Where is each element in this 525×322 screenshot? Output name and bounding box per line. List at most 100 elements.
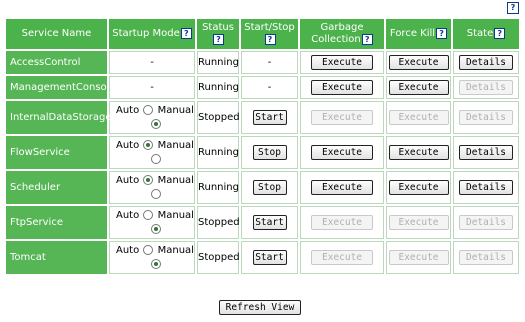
startup-mode-cell: Auto Manual <box>109 171 195 204</box>
header-start-stop: Start/Stop? <box>241 19 298 49</box>
service-name-cell: Tomcat <box>6 241 107 274</box>
stop-button[interactable]: Stop <box>252 180 287 195</box>
table-row: InternalDataStorage Auto Manual Stopped … <box>6 101 519 134</box>
auto-radio[interactable] <box>143 209 154 220</box>
table-row: FlowService Auto Manual Running Stop Exe… <box>6 136 519 169</box>
table-row: ManagementConsole - Running - Execute Ex… <box>6 76 519 99</box>
startup-mode-cell: - <box>109 51 195 74</box>
auto-radio[interactable] <box>143 174 154 185</box>
start-stop-cell: Stop <box>241 171 298 204</box>
table-row: Scheduler Auto Manual Running Stop Execu… <box>6 171 519 204</box>
gc-cell: Execute <box>300 51 384 74</box>
service-name-cell: AccessControl <box>6 51 107 74</box>
details-button[interactable]: Details <box>459 180 513 195</box>
help-icon[interactable]: ? <box>436 28 448 39</box>
start-stop-cell: Start <box>241 101 298 134</box>
header-state: State? <box>453 19 519 49</box>
force-kill-execute-button[interactable]: Execute <box>388 180 449 195</box>
gc-execute-button[interactable]: Execute <box>311 110 373 125</box>
details-button[interactable]: Details <box>459 250 513 265</box>
gc-cell: Execute <box>300 171 384 204</box>
service-name-cell: ManagementConsole <box>6 76 116 99</box>
details-button[interactable]: Details <box>459 215 513 230</box>
help-icon[interactable]: ? <box>264 34 276 45</box>
auto-label: Auto <box>116 104 140 116</box>
auto-label: Auto <box>116 244 140 256</box>
manual-label: Manual <box>157 139 194 151</box>
force-kill-execute-button[interactable]: Execute <box>388 250 449 265</box>
force-kill-cell: Execute <box>386 101 451 134</box>
force-kill-execute-button[interactable]: Execute <box>388 110 449 125</box>
status-cell: Stopped <box>197 206 240 239</box>
help-icon[interactable]: ? <box>494 28 506 39</box>
start-stop-cell: Start <box>241 241 298 274</box>
details-button[interactable]: Details <box>459 55 513 70</box>
auto-label: Auto <box>116 174 140 186</box>
gc-execute-button[interactable]: Execute <box>311 55 373 70</box>
help-icon[interactable]: ? <box>213 34 224 45</box>
startup-mode-cell: Auto Manual <box>109 241 195 274</box>
state-cell: Details <box>453 241 519 274</box>
force-kill-cell: Execute <box>386 171 451 204</box>
start-button[interactable]: Start <box>252 250 287 265</box>
status-cell: Stopped <box>197 101 240 134</box>
gc-cell: Execute <box>300 76 384 99</box>
header-service-name: Service Name <box>6 19 107 49</box>
header-startup-mode: Startup Mode? <box>109 19 195 49</box>
startup-mode-cell: Auto Manual <box>109 206 195 239</box>
help-icon[interactable]: ? <box>361 34 373 45</box>
manual-radio[interactable] <box>151 153 161 164</box>
force-kill-cell: Execute <box>386 136 451 169</box>
manual-label: Manual <box>157 174 194 186</box>
header-status: Status? <box>197 19 239 49</box>
auto-radio[interactable] <box>143 244 154 255</box>
force-kill-execute-button[interactable]: Execute <box>388 80 449 95</box>
table-row: FtpService Auto Manual Stopped Start Exe… <box>6 206 519 239</box>
gc-execute-button[interactable]: Execute <box>311 250 373 265</box>
gc-execute-button[interactable]: Execute <box>311 215 373 230</box>
gc-execute-button[interactable]: Execute <box>311 80 373 95</box>
state-cell: Details <box>453 136 519 169</box>
gc-cell: Execute <box>300 241 384 274</box>
status-cell: Running <box>197 76 239 99</box>
details-button[interactable]: Details <box>459 110 513 125</box>
manual-label: Manual <box>157 244 194 256</box>
gc-cell: Execute <box>300 136 384 169</box>
stop-button[interactable]: Stop <box>252 145 287 160</box>
state-cell: Details <box>453 206 519 239</box>
manual-radio[interactable] <box>151 118 161 129</box>
auto-radio[interactable] <box>143 104 154 115</box>
manual-radio[interactable] <box>151 188 161 199</box>
manual-label: Manual <box>157 209 194 221</box>
state-cell: Details <box>453 171 519 204</box>
header-row: Service Name Startup Mode? Status? Start… <box>6 19 519 49</box>
gc-execute-button[interactable]: Execute <box>311 180 373 195</box>
details-button[interactable]: Details <box>459 80 513 95</box>
status-cell: Running <box>197 171 239 204</box>
services-table: Service Name Startup Mode? Status? Start… <box>4 17 521 276</box>
details-button[interactable]: Details <box>459 145 513 160</box>
manual-label: Manual <box>157 104 194 116</box>
auto-label: Auto <box>116 139 140 151</box>
force-kill-cell: Execute <box>386 76 451 99</box>
force-kill-execute-button[interactable]: Execute <box>388 55 449 70</box>
manual-radio[interactable] <box>151 223 161 234</box>
help-icon[interactable]: ? <box>180 28 192 39</box>
auto-label: Auto <box>116 209 140 221</box>
force-kill-execute-button[interactable]: Execute <box>388 215 449 230</box>
service-name-cell: Scheduler <box>6 171 107 204</box>
status-cell: Running <box>197 136 239 169</box>
status-cell: Stopped <box>197 241 240 274</box>
start-button[interactable]: Start <box>252 110 287 125</box>
startup-mode-cell: - <box>109 76 195 99</box>
manual-radio[interactable] <box>151 258 161 269</box>
help-icon[interactable]: ? <box>507 2 519 14</box>
refresh-view-button[interactable]: Refresh View <box>219 300 301 315</box>
force-kill-execute-button[interactable]: Execute <box>388 145 449 160</box>
start-stop-cell: - <box>241 76 298 99</box>
gc-execute-button[interactable]: Execute <box>311 145 373 160</box>
startup-mode-cell: Auto Manual <box>109 101 195 134</box>
start-button[interactable]: Start <box>252 215 287 230</box>
table-row: AccessControl - Running - Execute Execut… <box>6 51 519 74</box>
auto-radio[interactable] <box>143 139 154 150</box>
